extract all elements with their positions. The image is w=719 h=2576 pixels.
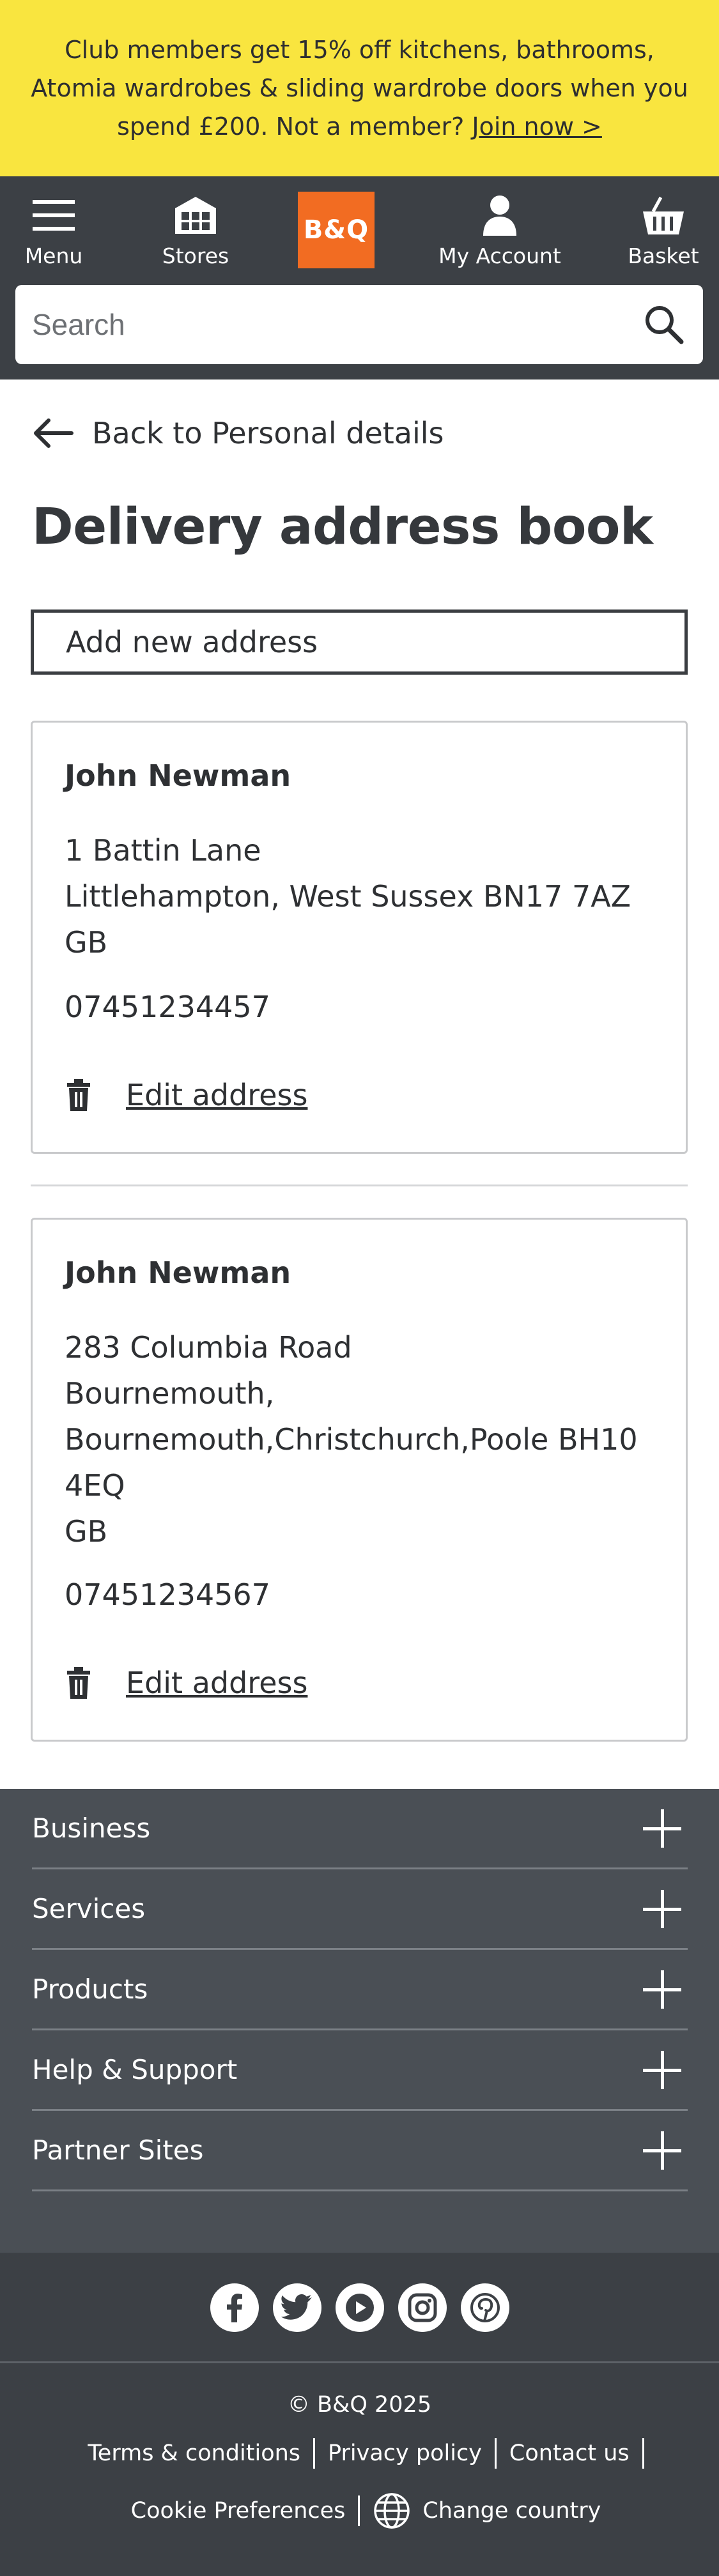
- bq-logo[interactable]: B&Q: [298, 192, 375, 268]
- address-card: John Newman 1 Battin Lane Littlehampton,…: [31, 721, 688, 1154]
- plus-icon: [643, 2050, 681, 2089]
- footer-section-partner-sites[interactable]: Partner Sites: [32, 2111, 688, 2191]
- arrow-left-icon: [32, 414, 77, 452]
- address-line: 1 Battin Lane: [65, 833, 261, 868]
- address-name: John Newman: [65, 1255, 291, 1290]
- search-bar: [15, 285, 703, 364]
- footer-section-label: Help & Support: [32, 2054, 238, 2085]
- basket-button[interactable]: Basket: [619, 192, 708, 268]
- instagram-icon[interactable]: [398, 2283, 447, 2332]
- footer-section-help-support[interactable]: Help & Support: [32, 2030, 688, 2111]
- address-line: Bournemouth,: [65, 1376, 275, 1411]
- plus-icon: [643, 1970, 681, 2009]
- basket-label: Basket: [628, 243, 699, 268]
- stores-button[interactable]: Stores: [148, 192, 243, 268]
- privacy-policy-link[interactable]: Privacy policy: [315, 2438, 497, 2469]
- footer-section-business[interactable]: Business: [32, 1789, 688, 1869]
- address-line: GB: [65, 1514, 108, 1549]
- user-icon: [474, 192, 525, 238]
- menu-button[interactable]: Menu: [14, 192, 93, 268]
- plus-icon: [643, 2131, 681, 2170]
- address-line: Bournemouth,Christchurch,Poole BH10: [65, 1422, 638, 1457]
- plus-icon: [643, 1809, 681, 1848]
- address-lines: 1 Battin Lane Littlehampton, West Sussex…: [65, 827, 631, 965]
- address-line: 4EQ: [65, 1468, 125, 1503]
- trash-icon[interactable]: [65, 1078, 93, 1112]
- address-line: Littlehampton, West Sussex BN17 7AZ: [65, 879, 631, 914]
- address-line: 283 Columbia Road: [65, 1330, 352, 1365]
- trash-icon[interactable]: [65, 1666, 93, 1699]
- search-input[interactable]: [32, 307, 642, 342]
- footer-links-secondary: Cookie Preferences Change country: [0, 2492, 719, 2530]
- footer-section-label: Products: [32, 1974, 148, 2005]
- edit-address-link[interactable]: Edit address: [126, 1666, 307, 1700]
- address-line: GB: [65, 925, 108, 960]
- edit-address-row: Edit address: [65, 1666, 307, 1700]
- edit-address-row: Edit address: [65, 1078, 307, 1112]
- pinterest-icon[interactable]: [460, 2283, 509, 2332]
- plus-icon: [643, 1889, 681, 1928]
- address-card: John Newman 283 Columbia Road Bournemout…: [31, 1218, 688, 1742]
- footer-section-services[interactable]: Services: [32, 1869, 688, 1950]
- hamburger-icon: [28, 192, 79, 238]
- contact-us-link[interactable]: Contact us: [497, 2438, 644, 2469]
- add-new-address-button[interactable]: Add new address: [31, 610, 688, 675]
- join-now-link[interactable]: Join now >: [472, 112, 602, 141]
- footer-section-products[interactable]: Products: [32, 1950, 688, 2030]
- back-label: Back to Personal details: [92, 416, 444, 450]
- footer-divider: [0, 2361, 719, 2363]
- menu-label: Menu: [24, 243, 83, 268]
- store-icon: [170, 192, 221, 238]
- footer-links: Terms & conditions Privacy policy Contac…: [0, 2438, 719, 2469]
- divider: [31, 1184, 688, 1186]
- terms-link[interactable]: Terms & conditions: [75, 2438, 316, 2469]
- promo-text: Club members get 15% off kitchens, bathr…: [26, 31, 693, 146]
- facebook-icon[interactable]: [210, 2283, 259, 2332]
- back-link[interactable]: Back to Personal details: [32, 413, 444, 454]
- address-phone: 07451234457: [65, 990, 270, 1024]
- address-name: John Newman: [65, 758, 291, 793]
- footer-section-label: Services: [32, 1893, 146, 1924]
- edit-address-link[interactable]: Edit address: [126, 1078, 307, 1112]
- copyright: © B&Q 2025: [287, 2392, 432, 2418]
- footer-section-label: Business: [32, 1813, 151, 1844]
- site-header: Menu Stores B&Q My Account Basket: [0, 176, 719, 379]
- footer-section-label: Partner Sites: [32, 2135, 204, 2166]
- address-phone: 07451234567: [65, 1577, 270, 1612]
- twitter-icon[interactable]: [272, 2283, 321, 2332]
- youtube-icon[interactable]: [335, 2283, 384, 2332]
- change-country-link[interactable]: Change country: [360, 2492, 601, 2530]
- basket-icon: [638, 192, 689, 238]
- page-title: Delivery address book: [32, 498, 653, 556]
- search-icon[interactable]: [642, 302, 686, 347]
- cookie-preferences-link[interactable]: Cookie Preferences: [118, 2496, 360, 2526]
- promo-banner: Club members get 15% off kitchens, bathr…: [0, 0, 719, 176]
- footer-sections: Business Services Products Help & Suppor…: [0, 1789, 719, 2253]
- address-lines: 283 Columbia Road Bournemouth, Bournemou…: [65, 1324, 638, 1554]
- social-links: [0, 2283, 719, 2334]
- globe-icon: [373, 2492, 411, 2530]
- my-account-label: My Account: [438, 243, 561, 268]
- stores-label: Stores: [162, 243, 229, 268]
- my-account-button[interactable]: My Account: [429, 192, 570, 268]
- change-country-label: Change country: [422, 2498, 601, 2524]
